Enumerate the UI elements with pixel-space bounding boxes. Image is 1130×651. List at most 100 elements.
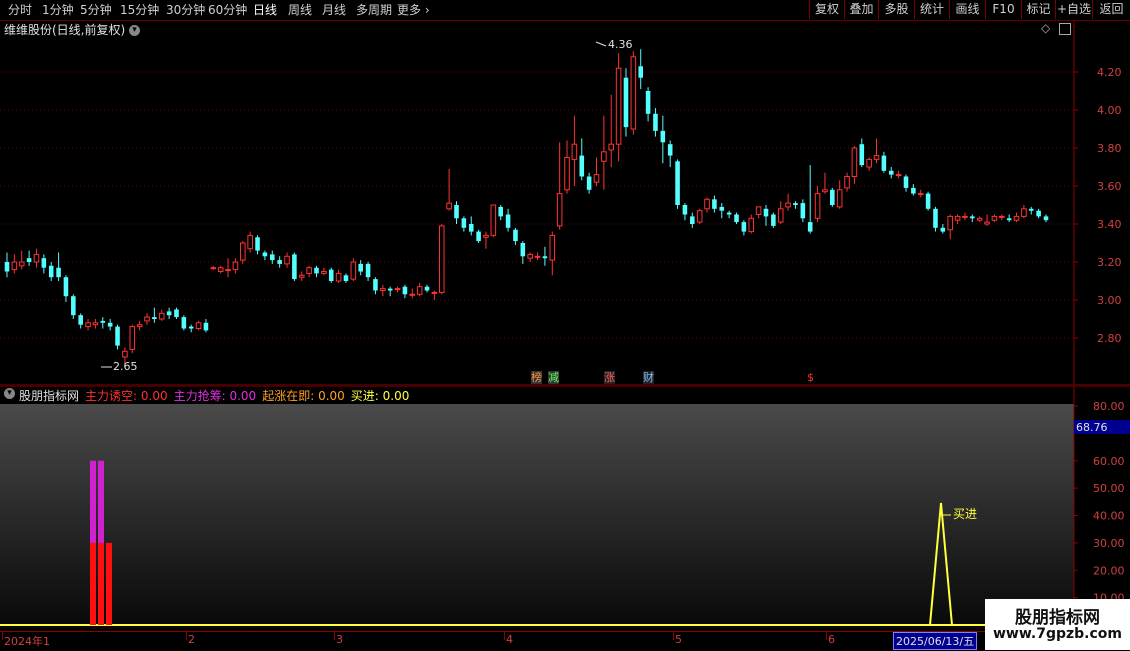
toolbar-button-5[interactable]: F10 xyxy=(985,0,1021,19)
candle-body xyxy=(217,267,224,272)
candle-body xyxy=(195,322,202,329)
candle-body xyxy=(785,202,791,208)
more-arrow-icon: › xyxy=(421,3,430,17)
candle-body xyxy=(719,206,725,211)
candle-body xyxy=(387,288,393,291)
candle-body xyxy=(144,316,150,322)
candle-body xyxy=(777,208,784,223)
event-marker-4[interactable]: $ xyxy=(807,371,814,384)
candle-body xyxy=(800,203,806,219)
candle-body xyxy=(174,309,179,318)
candle-body xyxy=(741,222,747,232)
period-tab-6[interactable]: 日线 xyxy=(253,2,277,18)
candle-body xyxy=(1043,216,1049,221)
toolbar-button-4[interactable]: 画线 xyxy=(949,0,985,19)
diamond-icon[interactable]: ◇ xyxy=(1041,21,1050,35)
candle-body xyxy=(888,170,894,175)
lure-short-bar xyxy=(106,542,112,625)
candle-body xyxy=(402,286,408,295)
candle-body xyxy=(903,176,909,188)
candle-body xyxy=(468,224,474,232)
event-marker-0[interactable]: 榜 xyxy=(531,371,542,384)
period-tab-10[interactable]: 更多 › xyxy=(397,2,430,18)
candle-body xyxy=(579,155,585,177)
event-marker-1[interactable]: 减 xyxy=(548,371,559,384)
toolbar-button-3[interactable]: 统计 xyxy=(914,0,949,19)
period-tab-0[interactable]: 分时 xyxy=(8,2,32,18)
candle-body xyxy=(1006,218,1012,221)
candle-body xyxy=(726,212,732,215)
panel-toggle-icon[interactable] xyxy=(1059,23,1071,35)
candle-body xyxy=(115,326,120,346)
candle-body xyxy=(136,324,143,328)
candle-body xyxy=(859,144,865,166)
candle-body xyxy=(505,214,511,228)
date-tick xyxy=(2,632,3,640)
candle-body xyxy=(970,216,975,219)
candle-body xyxy=(630,56,637,130)
price-tick-label: 4.00 xyxy=(1097,104,1122,117)
period-tab-9[interactable]: 多周期 xyxy=(356,2,392,18)
candle-body xyxy=(380,288,386,292)
period-tab-1[interactable]: 1分钟 xyxy=(42,2,74,18)
candle-body xyxy=(623,77,629,128)
candle-body xyxy=(269,254,275,261)
ind-tick-label: 80.00 xyxy=(1093,400,1125,413)
candle-body xyxy=(771,214,776,226)
high-price-label: 4.36 xyxy=(608,38,633,51)
candle-body xyxy=(158,312,165,320)
candle-body xyxy=(615,67,622,145)
candle-body xyxy=(675,161,680,205)
candle-body xyxy=(483,234,489,238)
candle-body xyxy=(350,261,357,280)
event-marker-3[interactable]: 财 xyxy=(643,371,654,384)
candle-body xyxy=(247,234,253,250)
toolbar-button-1[interactable]: 叠加 xyxy=(844,0,878,19)
period-tab-5[interactable]: 60分钟 xyxy=(208,2,247,18)
period-tab-3[interactable]: 15分钟 xyxy=(120,2,159,18)
ind-tick-label: 50.00 xyxy=(1093,482,1125,495)
date-tick xyxy=(186,632,187,640)
chevron-down-icon[interactable]: ▾ xyxy=(129,25,141,36)
candle-body xyxy=(18,261,25,267)
date-label-0: 2024年1 xyxy=(4,635,50,648)
period-tab-4[interactable]: 30分钟 xyxy=(166,2,205,18)
candle-body xyxy=(984,221,990,225)
candle-body xyxy=(71,296,76,316)
period-tab-7[interactable]: 周线 xyxy=(288,2,312,18)
toolbar-button-8[interactable]: 返回 xyxy=(1092,0,1130,19)
toolbar-button-7[interactable]: +自选 xyxy=(1055,0,1092,19)
candle-body xyxy=(438,225,445,293)
candle-body xyxy=(696,210,703,223)
ind-tick-label: 30.00 xyxy=(1093,537,1125,550)
toolbar-button-6[interactable]: 标记 xyxy=(1021,0,1055,19)
buy-label: 买进 xyxy=(953,507,977,521)
candle-body xyxy=(571,143,578,160)
candle-body xyxy=(431,291,438,294)
candle-body xyxy=(314,267,319,274)
event-marker-2[interactable]: 涨 xyxy=(604,371,615,384)
ind-tick-label: 40.00 xyxy=(1093,510,1125,523)
candle-body xyxy=(1028,208,1034,211)
grab-chips-bar xyxy=(90,460,96,543)
candle-body xyxy=(365,263,371,278)
candle-body xyxy=(63,277,69,297)
date-label-1: 2 xyxy=(188,633,195,646)
candle-body xyxy=(490,204,497,236)
toolbar-button-0[interactable]: 复权 xyxy=(809,0,844,19)
toolbar-button-2[interactable]: 多股 xyxy=(878,0,914,19)
candle-body xyxy=(92,322,99,326)
candle-body xyxy=(373,279,378,291)
date-tick xyxy=(673,632,674,640)
date-label-4: 5 xyxy=(675,633,682,646)
period-tab-2[interactable]: 5分钟 xyxy=(80,2,112,18)
candle-body xyxy=(712,199,717,209)
candle-body xyxy=(461,218,467,228)
candle-body xyxy=(85,322,91,328)
candle-body xyxy=(682,205,688,215)
period-tab-8[interactable]: 月线 xyxy=(322,2,346,18)
high-pointer xyxy=(595,41,607,47)
date-label-2: 3 xyxy=(336,633,343,646)
candle-body xyxy=(755,206,762,215)
stock-title-text: 维维股份(日线,前复权) xyxy=(4,23,126,37)
